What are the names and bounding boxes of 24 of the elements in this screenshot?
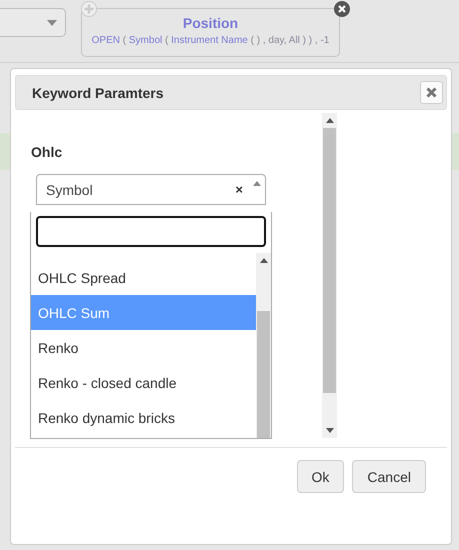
expression-text: OPEN ( Symbol ( Instrument Name ( ) , day, All ) ) , -1 xyxy=(92,35,330,46)
dialog-button[interactable]: Ok xyxy=(296,460,344,493)
dropdown-field[interactable] xyxy=(0,8,66,37)
scroll-up-icon[interactable] xyxy=(326,118,334,123)
dialog-title: Keyword Paramters xyxy=(32,84,164,100)
dropdown-option[interactable]: Renko xyxy=(31,330,256,365)
dropdown-option[interactable]: OHLC Spread xyxy=(31,260,256,295)
clear-icon[interactable]: × xyxy=(235,182,243,197)
dropdown-option[interactable]: Renko - closed candle xyxy=(31,365,256,400)
scrollbar[interactable] xyxy=(256,253,271,438)
caret-icon xyxy=(253,181,261,186)
scrollbar[interactable] xyxy=(322,113,337,438)
close-icon xyxy=(426,87,437,98)
dialog-button[interactable]: Cancel xyxy=(352,460,426,493)
search-field[interactable] xyxy=(36,216,266,247)
symbol-select[interactable]: Symbol × xyxy=(36,174,266,205)
dropdown-option[interactable]: Renko dynamic bricks xyxy=(31,400,256,435)
field-label: Ohlc xyxy=(31,144,64,160)
close-icon[interactable] xyxy=(334,1,350,17)
caret-icon xyxy=(47,20,57,26)
card-title: Position xyxy=(182,15,238,31)
close-button[interactable] xyxy=(420,81,443,104)
scroll-down-icon[interactable] xyxy=(326,428,334,433)
scroll-up-icon[interactable] xyxy=(260,258,268,263)
